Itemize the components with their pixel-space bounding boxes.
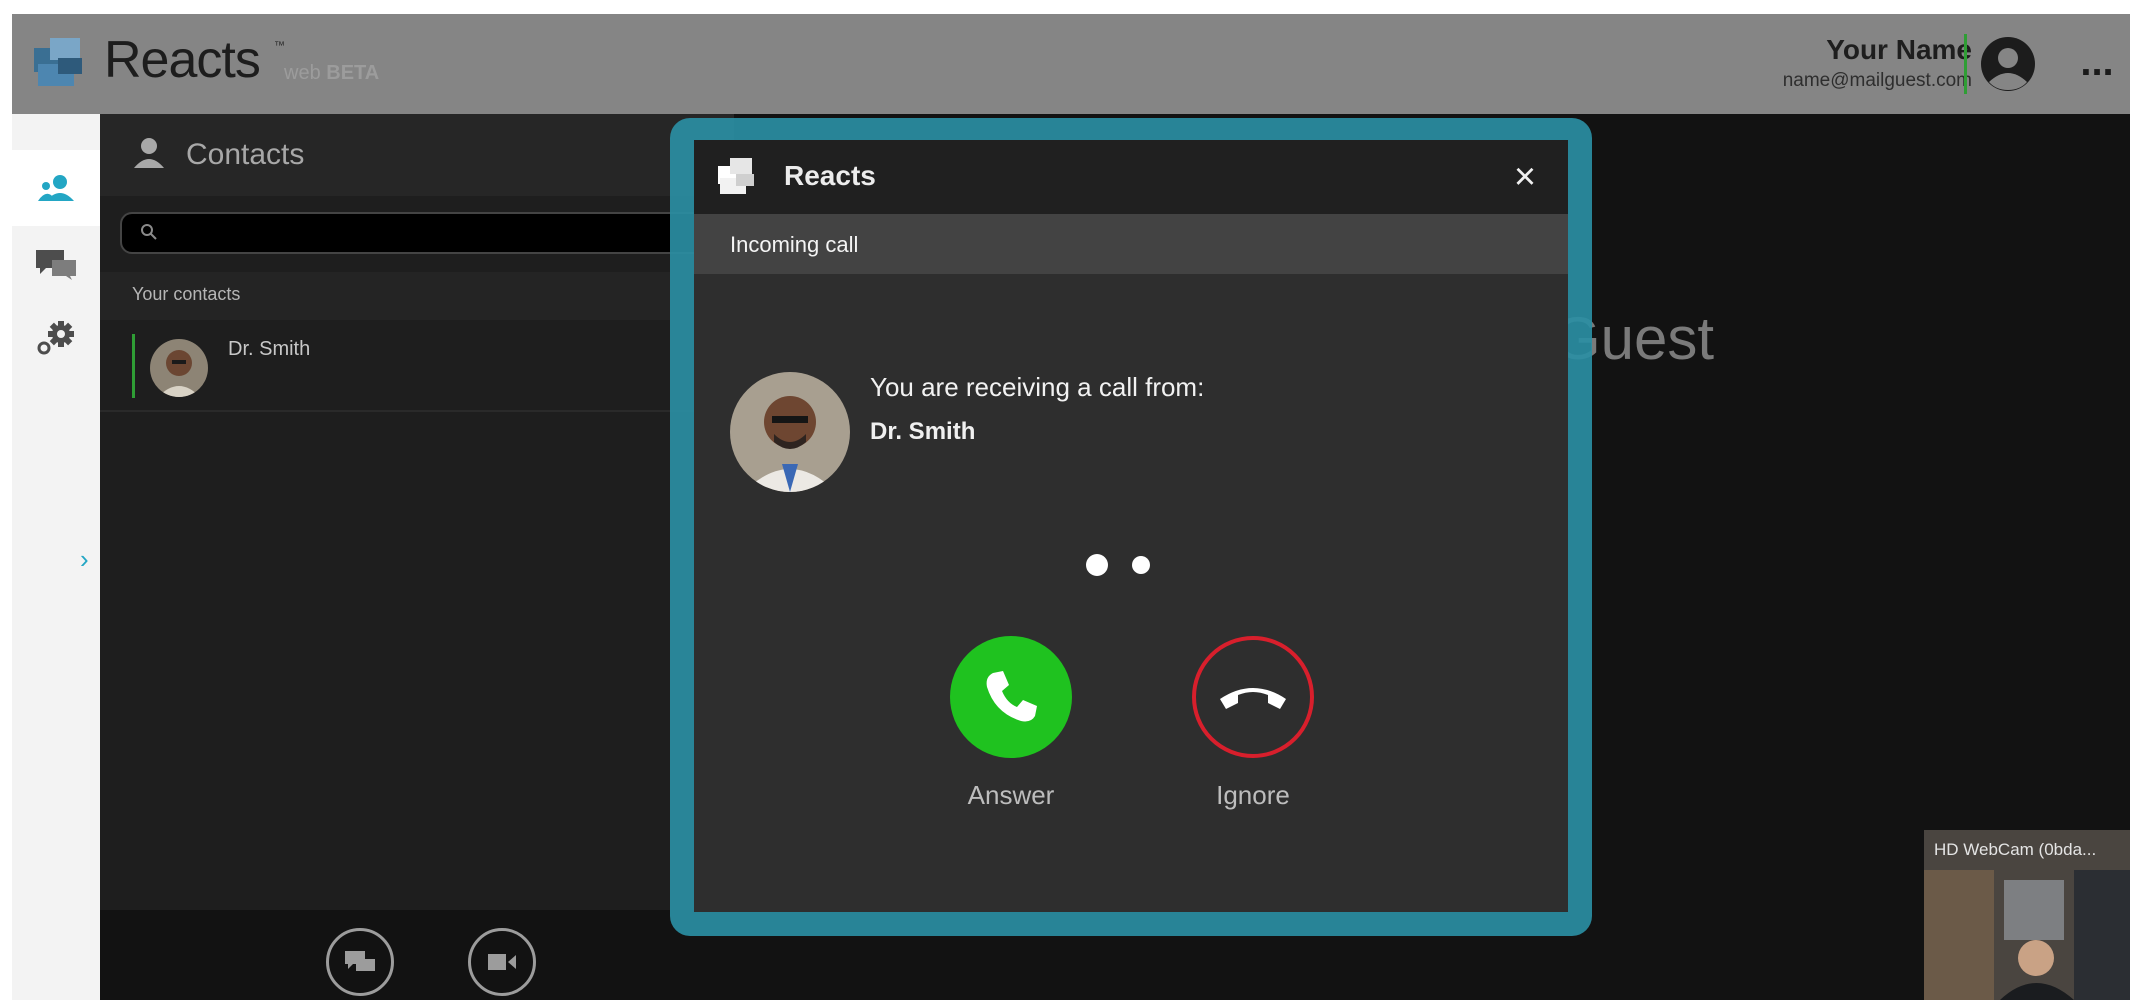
contacts-section-header: Your contacts — [100, 272, 734, 320]
caller-avatar — [730, 372, 850, 492]
contact-search-input[interactable] — [120, 212, 738, 254]
user-avatar-icon[interactable] — [1976, 32, 2040, 96]
nav-settings[interactable] — [12, 300, 100, 376]
nav-contacts[interactable] — [12, 150, 100, 226]
dialog-subtitle-bar: Incoming call — [694, 214, 1568, 274]
webcam-preview[interactable]: HD WebCam (0bda... — [1924, 830, 2130, 1000]
online-indicator — [132, 334, 135, 398]
user-email: name@mailguest.com — [1782, 70, 1972, 91]
contacts-icon — [38, 175, 74, 201]
start-chat-button[interactable] — [326, 928, 394, 996]
dialog-header: Reacts × — [694, 140, 1568, 214]
start-video-button[interactable] — [468, 928, 536, 996]
brand-edition: web BETA — [284, 62, 379, 85]
close-icon[interactable]: × — [1502, 154, 1548, 200]
contacts-title: Contacts — [186, 138, 305, 171]
contact-row[interactable]: Dr. Smith — [100, 324, 734, 412]
video-camera-icon — [488, 954, 516, 970]
ringing-dot — [1132, 556, 1150, 574]
call-message: You are receiving a call from: — [870, 372, 1205, 402]
incoming-call-dialog: Reacts × Incoming call You are receiving… — [694, 140, 1568, 912]
expand-panel-toggle[interactable]: › — [80, 544, 89, 575]
dialog-subtitle: Incoming call — [730, 232, 859, 257]
app-window: Reacts ™ web BETA Your Name name@mailgue… — [12, 14, 2130, 1000]
section-label: Your contacts — [132, 284, 241, 304]
settings-icon — [37, 321, 74, 355]
ignore-button[interactable] — [1192, 636, 1314, 758]
edition-label: web — [284, 62, 321, 84]
dialog-title: Reacts — [784, 160, 876, 191]
phone-icon — [986, 671, 1037, 722]
reacts-logo-icon — [34, 38, 82, 86]
contacts-footer — [100, 910, 734, 1000]
beta-badge: BETA — [326, 62, 380, 84]
ignore-label: Ignore — [1216, 780, 1290, 810]
ringing-dot — [1086, 554, 1108, 576]
brand-name: Reacts — [104, 31, 261, 89]
left-nav-rail: › — [12, 114, 100, 1000]
search-icon — [141, 224, 157, 240]
contact-name: Dr. Smith — [228, 338, 311, 360]
chat-icon — [345, 951, 375, 971]
top-bar: Reacts ™ web BETA Your Name name@mailgue… — [12, 14, 2130, 114]
user-name[interactable]: Your Name — [1826, 34, 1972, 66]
webcam-label: HD WebCam (0bda... — [1934, 840, 2097, 859]
contact-avatar — [150, 339, 208, 397]
answer-button[interactable] — [950, 636, 1072, 758]
reacts-logo-icon — [718, 158, 754, 194]
hang-up-icon — [1220, 688, 1286, 709]
answer-label: Answer — [967, 780, 1055, 810]
contacts-panel: Contacts Your contacts Dr. Smith — [100, 114, 738, 1000]
more-options-button[interactable]: ... — [2072, 32, 2122, 92]
contacts-header: Contacts — [100, 114, 734, 196]
person-icon — [134, 138, 164, 168]
chat-icon — [36, 250, 76, 280]
trademark: ™ — [274, 40, 285, 52]
status-divider — [1964, 34, 1967, 94]
caller-name: Dr. Smith — [870, 418, 976, 445]
nav-chat[interactable] — [12, 226, 100, 302]
